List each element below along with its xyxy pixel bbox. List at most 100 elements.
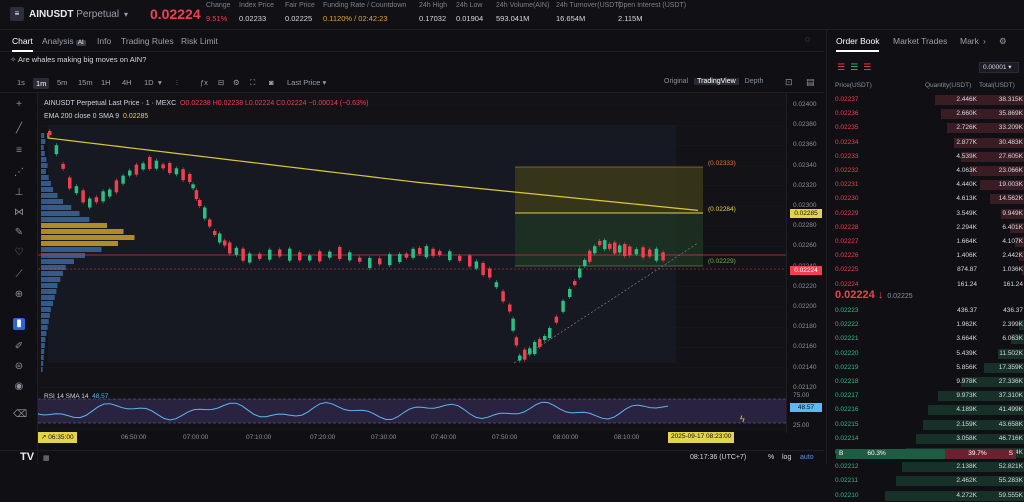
ask-row[interactable]: 0.02229 3.549K 9.949K — [827, 208, 1024, 220]
bid-row[interactable]: 0.02214 3.058K 46.716K — [827, 433, 1024, 445]
view-tradingview[interactable]: TradingView — [694, 78, 739, 85]
bid-row[interactable]: 0.02210 4.272K 59.555K — [827, 490, 1024, 502]
pattern-icon[interactable]: ⋈ — [13, 207, 25, 219]
fullscreen-icon[interactable]: ⛶ — [250, 78, 255, 88]
ask-row[interactable]: 0.02228 2.294K 6.401K — [827, 222, 1024, 234]
ask-row[interactable]: 0.02233 4.539K 27.605K — [827, 151, 1024, 163]
interval-1h[interactable]: 1H — [101, 78, 111, 87]
tab-chart[interactable]: Chart — [12, 36, 33, 52]
interval-4h[interactable]: 4H — [122, 78, 132, 87]
calendar-icon[interactable]: ▦ — [43, 454, 50, 462]
chevron-right-icon[interactable]: › — [983, 36, 986, 46]
zoom-icon[interactable]: ⊕ — [13, 289, 25, 301]
bid-row[interactable]: 0.02221 3.664K 6.063K — [827, 333, 1024, 345]
x-tick: 07:50:00 — [492, 434, 518, 441]
indicators-icon[interactable]: ƒx — [200, 78, 208, 87]
bid-row[interactable]: 0.02219 5.856K 17.359K — [827, 362, 1024, 374]
ask-row[interactable]: 0.02237 2.446K 38.315K — [827, 94, 1024, 106]
measure-icon[interactable]: ⟋ — [13, 269, 25, 281]
magnet-icon[interactable]: ▮ — [13, 318, 25, 330]
view-depth[interactable]: Depth — [745, 78, 764, 85]
chart-type-icon[interactable]: ⫶ — [176, 78, 178, 88]
ask-row[interactable]: 0.02232 4.063K 23.066K — [827, 165, 1024, 177]
ask-row[interactable]: 0.02234 2.877K 30.483K — [827, 137, 1024, 149]
ask-row[interactable]: 0.02235 2.726K 33.209K — [827, 122, 1024, 134]
auto-toggle[interactable]: auto — [800, 454, 814, 461]
stat-value: 0.17032 — [419, 14, 447, 23]
trendline-icon[interactable]: ╱ — [13, 123, 25, 135]
ask-row[interactable]: 0.02231 4.440K 19.003K — [827, 179, 1024, 191]
ask-row[interactable]: 0.02226 1.406K 2.442K — [827, 250, 1024, 262]
camera-icon[interactable]: ◙ — [269, 78, 274, 87]
order-price: 0.02236 — [835, 110, 859, 118]
box-label-top: (0.02333) — [708, 160, 736, 167]
ruler-icon[interactable]: ⊥ — [13, 187, 25, 199]
trash-icon[interactable]: ⌫ — [13, 409, 27, 421]
symbol-selector[interactable]: ≡ AINUSDT Perpetual ▾ — [10, 7, 128, 21]
bid-row[interactable]: 0.02212 2.138K 52.821K — [827, 461, 1024, 473]
utc-clock[interactable]: 08:17:36 (UTC+7) — [690, 454, 746, 461]
bid-row[interactable]: 0.02217 9.973K 37.310K — [827, 390, 1024, 402]
tab-risk-limit[interactable]: Risk Limit — [181, 36, 218, 46]
layout-toggle-icon[interactable]: ▤ — [806, 77, 815, 88]
sell-ratio: 39.7% S — [944, 449, 1016, 459]
heart-icon[interactable]: ♡ — [13, 247, 25, 259]
tab-order-book[interactable]: Order Book — [836, 36, 880, 52]
price-chart[interactable]: (0.02333) (0.02284) (0.02229) — [38, 93, 786, 393]
y-tick: 0.02360 — [793, 141, 817, 149]
interval-1m[interactable]: 1m — [33, 78, 50, 89]
rsi-pane[interactable]: ϟ — [38, 393, 786, 431]
bid-row[interactable]: 0.02215 2.159K 43.658K — [827, 419, 1024, 431]
bid-row[interactable]: 0.02218 9.978K 27.336K — [827, 376, 1024, 388]
interval-5m[interactable]: 5m — [57, 78, 67, 87]
volume-profile-bar — [41, 319, 49, 324]
tab-analysis[interactable]: Analysis AI — [42, 36, 86, 46]
eye-icon[interactable]: ◉ — [13, 381, 25, 393]
interval-1s[interactable]: 1s — [17, 78, 25, 87]
orderbook-settings-icon[interactable]: ⚙ — [999, 36, 1007, 47]
chevron-down-icon[interactable]: ▾ — [158, 78, 162, 87]
ask-row[interactable]: 0.02225 874.87 1.036K — [827, 264, 1024, 276]
fib-icon[interactable]: ⋰ — [13, 167, 25, 179]
horizontal-line-icon[interactable]: ≡ — [13, 145, 25, 157]
book-both-icon[interactable]: ☰ — [837, 62, 845, 73]
menu-icon[interactable]: ≡ — [10, 7, 24, 21]
order-total: 4.107K — [1002, 238, 1023, 245]
interval-15m[interactable]: 15m — [78, 78, 93, 87]
ask-row[interactable]: 0.02230 4.613K 14.562K — [827, 193, 1024, 205]
y-tick: 0.02400 — [793, 101, 817, 108]
crosshair-icon[interactable]: + — [13, 99, 25, 111]
pen-icon[interactable]: ✐ — [13, 341, 25, 353]
ask-row[interactable]: 0.02236 2.660K 35.869K — [827, 108, 1024, 120]
ema-legend[interactable]: EMA 200 close 0 SMA 9 0.02285 — [44, 113, 148, 120]
percent-toggle[interactable]: % — [768, 454, 774, 461]
volume-profile-bar — [41, 211, 80, 216]
book-bids-icon[interactable]: ☰ — [850, 62, 858, 73]
price-axis[interactable]: 0.02400 0.02380 0.02360 0.02340 0.02320 0.023… — [786, 93, 824, 433]
rsi-legend[interactable]: RSI 14 SMA 14 48.57 — [44, 393, 108, 400]
interval-1d[interactable]: 1D — [144, 78, 154, 87]
bid-row[interactable]: 0.02223 436.37 436.37 — [827, 305, 1024, 317]
lock-icon[interactable]: ⊜ — [13, 361, 25, 373]
brush-icon[interactable]: ✎ — [13, 227, 25, 239]
whale-notice[interactable]: ✧ Are whales making big moves on AIN? — [10, 55, 146, 64]
log-toggle[interactable]: log — [782, 454, 791, 461]
price-type-select[interactable]: Last Price ▾ — [287, 78, 326, 87]
tab-trading-rules[interactable]: Trading Rules — [121, 36, 174, 46]
view-original[interactable]: Original — [664, 78, 688, 85]
tab-market-trades[interactable]: Market Trades — [893, 36, 947, 46]
tab-mark[interactable]: Mark — [960, 36, 979, 46]
expand-icon[interactable]: ⊡ — [785, 77, 793, 88]
ask-row[interactable]: 0.02227 1.664K 4.107K — [827, 236, 1024, 248]
precision-select[interactable]: 0.00001 ▾ — [979, 62, 1019, 73]
tab-info[interactable]: Info — [97, 36, 111, 46]
settings-icon[interactable]: ⚙ — [233, 78, 240, 87]
book-asks-icon[interactable]: ☰ — [863, 62, 871, 73]
time-axis[interactable]: 06:50:00 07:00:00 07:10:00 07:20:00 07:30:00… — [38, 432, 786, 444]
bid-row[interactable]: 0.02211 2.462K 55.283K — [827, 475, 1024, 487]
layout-icon[interactable]: ⊟ — [218, 78, 224, 87]
bid-row[interactable]: 0.02220 5.439K 11.502K — [827, 348, 1024, 360]
bell-icon[interactable]: ◌ — [805, 34, 810, 44]
bid-row[interactable]: 0.02222 1.962K 2.399K — [827, 319, 1024, 331]
bid-row[interactable]: 0.02216 4.189K 41.499K — [827, 404, 1024, 416]
